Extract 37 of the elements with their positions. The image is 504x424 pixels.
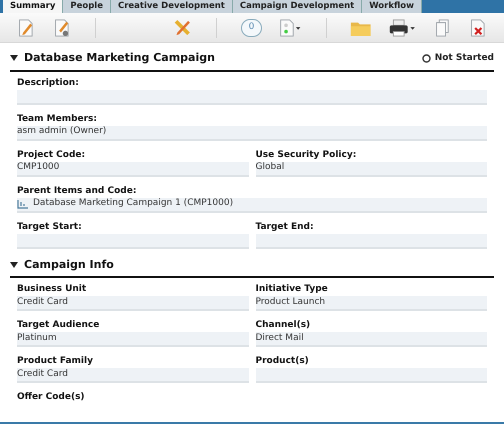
field-label: Product(s) [256,355,310,367]
field-text: asm admin (Owner) [17,125,106,138]
field-text: Global [256,161,284,174]
status-text: Not Started [434,52,494,64]
field-label: Offer Code(s) [17,391,86,403]
field-label: Description: [17,76,80,88]
hierarchy-icon [17,199,29,209]
collapse-caret-icon[interactable] [10,262,18,268]
field-label: Initiative Type [256,283,329,295]
tab[interactable]: Campaign Development [232,0,362,13]
field-label: Business Unit [17,283,88,295]
printer-icon[interactable] [388,16,417,38]
field-label: Target Audience [17,319,100,331]
tab[interactable]: People [63,0,111,13]
section-title: Campaign Info [24,256,114,272]
tab[interactable]: Workflow [362,0,422,13]
field-text: Credit Card [17,368,68,381]
field-label: Project Code: [17,148,86,160]
traffic-light-icon[interactable] [278,16,302,38]
field-label: Channel(s) [256,319,312,331]
field-text: Platinum [17,332,57,345]
tab[interactable]: Creative Development [110,0,233,13]
field-label: Target End: [256,220,315,232]
field-text: Product Launch [256,296,326,309]
field-text: CMP1000 [17,161,60,174]
status-circle-icon [422,54,431,63]
field-label: Product Family [17,355,94,367]
field-label: Team Members: [17,112,98,124]
tab[interactable]: Summary [3,0,64,13]
field-text: Credit Card [17,296,68,309]
field-label: Parent Items and Code: [17,184,138,196]
field-label: Use Security Policy: [256,148,358,160]
field-text: Database Marketing Campaign 1 (CMP1000) [33,197,234,210]
field-text: Direct Mail [256,332,304,345]
collapse-caret-icon[interactable] [10,55,18,62]
section-title: Database Marketing Campaign [24,50,215,66]
field-label: Target Start: [17,220,83,232]
